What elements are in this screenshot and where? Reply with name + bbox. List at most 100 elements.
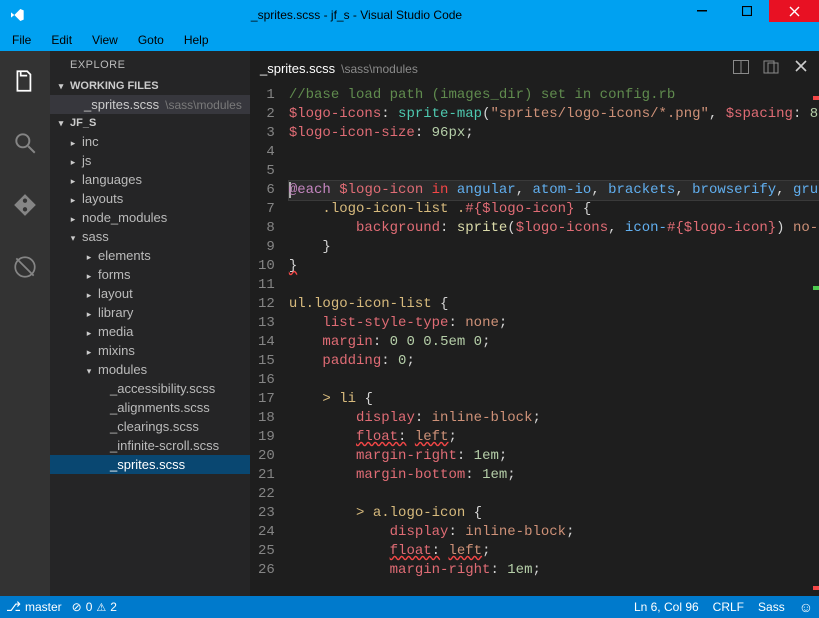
chevron-right-icon [68,191,78,206]
tree-folder[interactable]: js [50,151,250,170]
tree-folder[interactable]: inc [50,132,250,151]
code-line[interactable]: > a.logo-icon { [289,504,819,523]
line-number: 1 [258,86,275,105]
tree-file[interactable]: _accessibility.scss [50,379,250,398]
code-line[interactable] [289,162,819,181]
tree-item-label: js [82,153,91,168]
tree-item-label: media [98,324,133,339]
code-line[interactable]: list-style-type: none; [289,314,819,333]
tree-item-label: languages [82,172,142,187]
tree-folder[interactable]: library [50,303,250,322]
code-line[interactable]: @each $logo-icon in angular, atom-io, br… [289,181,819,200]
tree-item-label: library [98,305,133,320]
code-line[interactable]: margin-right: 1em; [289,561,819,580]
tree-item-label: modules [98,362,147,377]
tree-folder[interactable]: mixins [50,341,250,360]
activity-git-icon[interactable] [0,185,50,225]
chevron-down-icon [56,80,66,92]
tree-folder[interactable]: modules [50,360,250,379]
code-line[interactable]: $logo-icons: sprite-map("sprites/logo-ic… [289,105,819,124]
tree-folder[interactable]: elements [50,246,250,265]
editor-tab-name: _sprites.scss [260,61,335,76]
working-files-header[interactable]: WORKING FILES [50,77,250,95]
working-file-item[interactable]: _sprites.scss \sass\modules [50,95,250,114]
overview-ruler[interactable] [813,86,819,596]
split-editor-icon[interactable] [733,60,749,77]
activity-search-icon[interactable] [0,123,50,163]
tree-folder[interactable]: languages [50,170,250,189]
status-eol[interactable]: CRLF [713,600,744,614]
line-number: 17 [258,390,275,409]
tree-file[interactable]: _sprites.scss [50,455,250,474]
menu-file[interactable]: File [4,31,39,49]
code-line[interactable]: > li { [289,390,819,409]
line-number: 20 [258,447,275,466]
project-header[interactable]: JF_S [50,114,250,132]
tree-file[interactable]: _infinite-scroll.scss [50,436,250,455]
menu-help[interactable]: Help [176,31,217,49]
tree-folder[interactable]: node_modules [50,208,250,227]
window-controls [679,0,819,30]
line-number: 5 [258,162,275,181]
line-number: 19 [258,428,275,447]
chevron-right-icon [84,324,94,339]
line-number-gutter: 1234567891011121314151617181920212223242… [250,86,289,580]
code-line[interactable] [289,485,819,504]
code-line[interactable] [289,143,819,162]
tree-item-label: inc [82,134,99,149]
chevron-right-icon [68,172,78,187]
menu-view[interactable]: View [84,31,126,49]
explorer-sidebar: EXPLORE WORKING FILES _sprites.scss \sas… [50,51,250,596]
code-line[interactable]: background: sprite($logo-icons, icon-#{$… [289,219,819,238]
tree-folder[interactable]: layout [50,284,250,303]
tree-folder[interactable]: forms [50,265,250,284]
status-cursor-position[interactable]: Ln 6, Col 96 [634,600,699,614]
error-icon [72,600,82,614]
open-changes-icon[interactable] [763,60,779,77]
editor-body[interactable]: 1234567891011121314151617181920212223242… [250,86,819,596]
code-line[interactable]: ul.logo-icon-list { [289,295,819,314]
code-line[interactable]: margin-right: 1em; [289,447,819,466]
activity-debug-icon[interactable] [0,247,50,287]
code-line[interactable]: } [289,238,819,257]
activity-explorer-icon[interactable] [0,61,50,101]
menu-edit[interactable]: Edit [43,31,80,49]
code-line[interactable]: padding: 0; [289,352,819,371]
close-editor-icon[interactable] [793,60,809,77]
close-button[interactable] [769,0,819,22]
tree-folder[interactable]: media [50,322,250,341]
tree-item-label: _alignments.scss [110,400,210,415]
code-line[interactable]: display: inline-block; [289,523,819,542]
tree-folder[interactable]: layouts [50,189,250,208]
tree-item-label: _infinite-scroll.scss [110,438,219,453]
line-number: 4 [258,143,275,162]
status-git-branch[interactable]: master [6,599,62,615]
code-line[interactable]: float: left; [289,542,819,561]
code-line[interactable]: //base load path (images_dir) set in con… [289,86,819,105]
feedback-icon[interactable] [799,599,813,615]
code-line[interactable] [289,371,819,390]
tree-item-label: mixins [98,343,135,358]
minimize-button[interactable] [679,0,724,22]
code-lines[interactable]: //base load path (images_dir) set in con… [289,86,819,580]
code-line[interactable]: float: left; [289,428,819,447]
tree-folder[interactable]: sass [50,227,250,246]
tree-file[interactable]: _alignments.scss [50,398,250,417]
editor-tab[interactable]: _sprites.scss \sass\modules [260,61,418,76]
code-line[interactable]: margin-bottom: 1em; [289,466,819,485]
code-line[interactable]: .logo-icon-list .#{$logo-icon} { [289,200,819,219]
status-language-mode[interactable]: Sass [758,600,785,614]
maximize-button[interactable] [724,0,769,22]
code-line[interactable] [289,276,819,295]
code-line[interactable]: margin: 0 0 0.5em 0; [289,333,819,352]
code-line[interactable]: } [289,257,819,276]
chevron-down-icon [68,229,78,244]
tree-item-label: forms [98,267,131,282]
code-line[interactable]: display: inline-block; [289,409,819,428]
status-problems[interactable]: 0 2 [72,600,117,614]
menu-goto[interactable]: Goto [130,31,172,49]
titlebar[interactable]: _sprites.scss - jf_s - Visual Studio Cod… [0,0,819,30]
code-line[interactable]: $logo-icon-size: 96px; [289,124,819,143]
tree-file[interactable]: _clearings.scss [50,417,250,436]
line-number: 12 [258,295,275,314]
